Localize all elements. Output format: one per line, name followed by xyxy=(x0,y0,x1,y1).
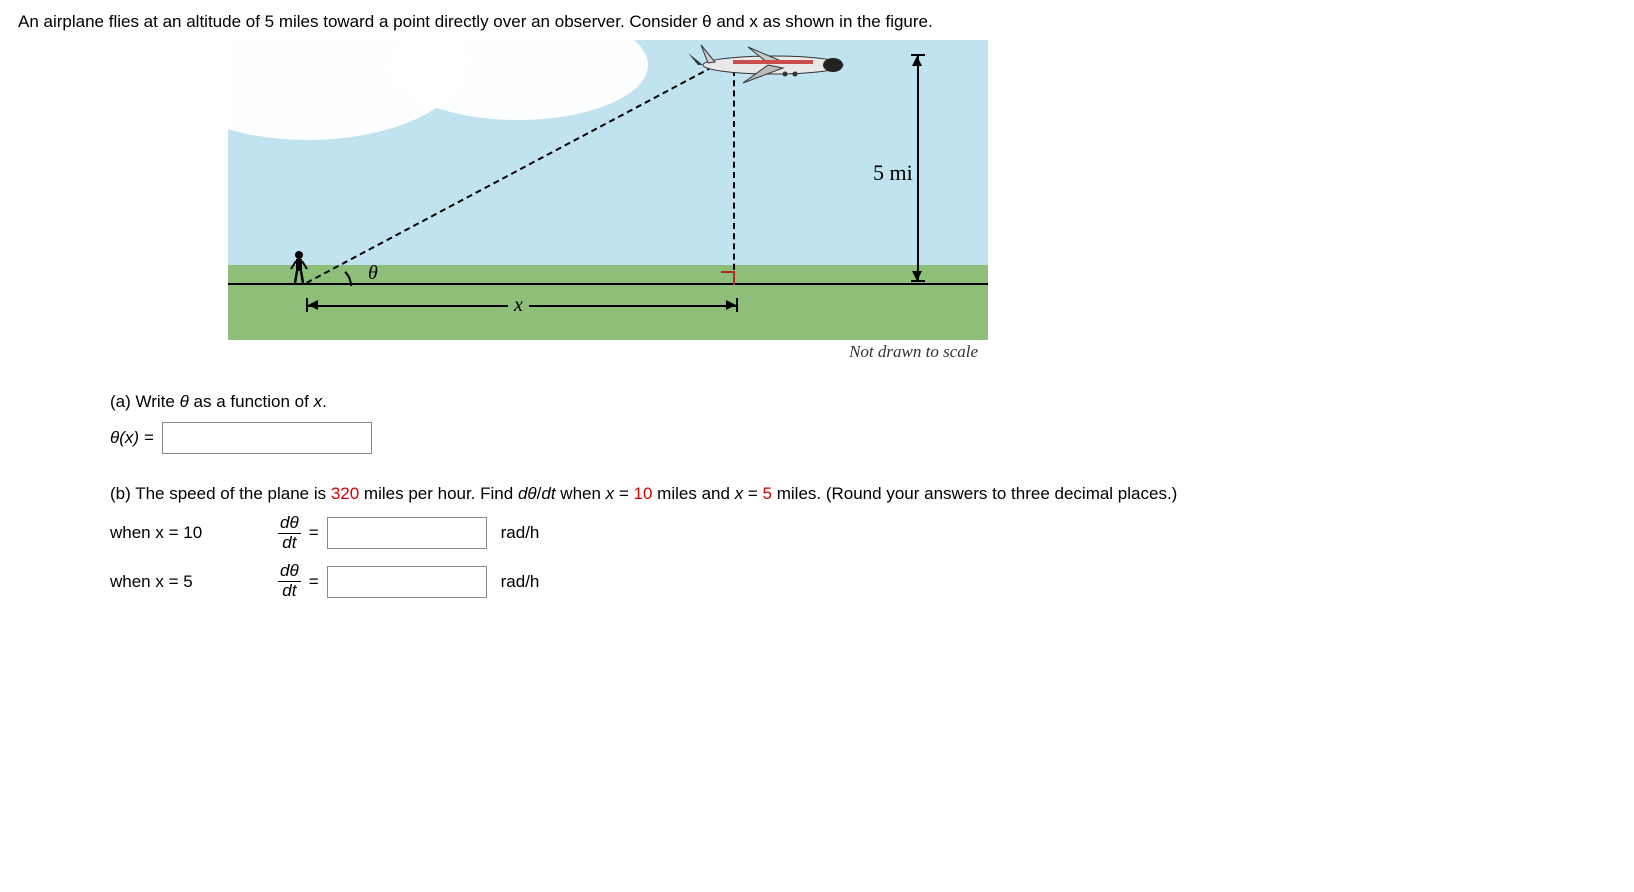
observer-icon xyxy=(290,250,308,289)
intro-text: An airplane flies at an altitude of 5 mi… xyxy=(18,12,933,31)
figure: θ x 5 mi xyxy=(228,40,988,362)
altitude-label: 5 mi xyxy=(873,160,913,186)
figure-caption: Not drawn to scale xyxy=(228,342,988,362)
theta-of-x-lhs: θ(x) = xyxy=(110,428,154,448)
frac-den: dt xyxy=(280,534,298,553)
dtheta-dt-input-x5[interactable] xyxy=(327,566,487,598)
pb-t2: miles per hour. Find dθ/dt when x = xyxy=(359,484,633,503)
pb-t1: (b) The speed of the plane is xyxy=(110,484,331,503)
altitude-vertical xyxy=(733,70,735,280)
when-label: when x = 5 xyxy=(110,572,270,592)
equals: = xyxy=(309,523,319,543)
part-b-text: (b) The speed of the plane is 320 miles … xyxy=(110,484,1177,503)
part-a-text: (a) Write θ as a function of x. xyxy=(110,392,327,411)
equals: = xyxy=(309,572,319,592)
unit-label: rad/h xyxy=(501,572,540,592)
problem-intro: An airplane flies at an altitude of 5 mi… xyxy=(18,12,1616,32)
dtheta-dt: dθ dt xyxy=(278,514,301,552)
frac-num: dθ xyxy=(278,514,301,534)
dim-tick xyxy=(736,298,738,312)
airplane-icon xyxy=(673,40,873,95)
part-b-row-1: when x = 10 dθ dt = rad/h xyxy=(110,514,1616,552)
part-b-row-2: when x = 5 dθ dt = rad/h xyxy=(110,562,1616,600)
dim-tick xyxy=(911,280,925,282)
speed-value: 320 xyxy=(331,484,359,503)
unit-label: rad/h xyxy=(501,523,540,543)
x1-value: 10 xyxy=(634,484,653,503)
when-label: when x = 10 xyxy=(110,523,270,543)
x-dimension: x xyxy=(308,296,736,316)
part-b-prompt: (b) The speed of the plane is 320 miles … xyxy=(110,484,1616,504)
dtheta-dt-input-x10[interactable] xyxy=(327,517,487,549)
dtheta-dt: dθ dt xyxy=(278,562,301,600)
right-angle-icon xyxy=(721,271,735,285)
x-label: x xyxy=(508,294,529,317)
x2-value: 5 xyxy=(763,484,772,503)
theta-label: θ xyxy=(368,262,378,285)
part-a-prompt: (a) Write θ as a function of x. xyxy=(110,392,1616,412)
pb-t3: miles and x = xyxy=(652,484,762,503)
theta-function-input[interactable] xyxy=(162,422,372,454)
pb-t4: miles. (Round your answers to three deci… xyxy=(772,484,1177,503)
frac-num: dθ xyxy=(278,562,301,582)
figure-canvas: θ x 5 mi xyxy=(228,40,988,340)
frac-den: dt xyxy=(280,582,298,601)
dim-line xyxy=(917,56,919,281)
arrow-right-icon xyxy=(726,300,736,310)
part-a-answer-row: θ(x) = xyxy=(110,422,1616,454)
